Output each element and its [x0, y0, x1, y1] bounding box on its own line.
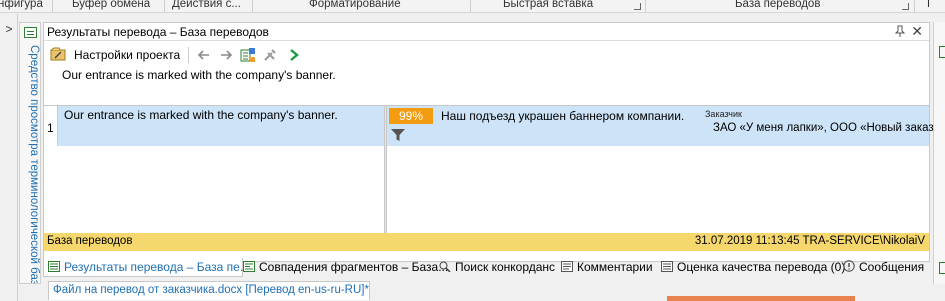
filter-icon: [391, 128, 405, 142]
ribbon-group-actions: Действия с...: [172, 0, 241, 10]
tm-name: База переводов: [47, 235, 133, 247]
tm-status-bar: База переводов 31.07.2019 11:13:45 TRA-S…: [44, 233, 929, 251]
quality-assessment-icon: [661, 261, 673, 272]
ribbon-group-clipboard: Буфер обмена: [72, 0, 151, 10]
expand-chevron-icon[interactable]: >: [0, 22, 18, 38]
attribute-value: ЗАО «У меня лапки», ООО «Новый заказ»: [713, 122, 941, 134]
tab-fragment-matches[interactable]: Совпадения фрагментов – База...: [243, 258, 448, 277]
tm-timestamp-user: 31.07.2019 11:13:45 TRA-SERVICE\NikolaiV: [694, 235, 925, 247]
close-icon[interactable]: ✕: [911, 23, 923, 40]
results-toolbar: Настройки проекта: [44, 44, 929, 66]
termbase-viewer-panel-tab[interactable]: Средство просмотра терминологической баз…: [19, 22, 41, 284]
quick-insert-launcher-icon[interactable]: [634, 3, 641, 10]
ribbon-group-translation-memory: База переводов: [735, 0, 821, 10]
arrow-right-icon[interactable]: [218, 47, 234, 63]
tab-label: Поиск конкорданс: [455, 260, 556, 274]
panel-title-bar: Результаты перевода – База переводов ✕: [44, 23, 929, 41]
document-tab[interactable]: Файл на перевод от заказчика.docx [Перев…: [48, 281, 370, 300]
tab-label: Сообщения: [859, 260, 925, 274]
tab-label: Комментарии: [577, 260, 653, 274]
tm-settings-icon[interactable]: [240, 47, 256, 63]
right-panel-icon: [939, 46, 945, 58]
tab-label: Оценка качества перевода (0): [677, 260, 846, 274]
attribute-label: Заказчик: [705, 109, 742, 119]
tab-messages[interactable]: Сообщения: [843, 258, 924, 277]
left-collapsed-strip: [0, 14, 18, 301]
ribbon-group-formatting: Форматирование: [309, 0, 401, 10]
result-index[interactable]: 1: [44, 106, 58, 146]
fragment-matches-icon: [243, 261, 255, 272]
ribbon-group-configure: нфигура: [0, 0, 43, 10]
result-target-text[interactable]: Наш подъезд украшен баннером компании.: [435, 106, 705, 146]
match-cell[interactable]: 99%: [387, 106, 435, 146]
translation-results-panel: Результаты перевода – База переводов ✕ Н…: [43, 22, 940, 262]
termbase-icon: [24, 27, 37, 38]
results-list: 1 Our entrance is marked with the compan…: [44, 105, 940, 234]
arrow-left-icon[interactable]: [196, 47, 212, 63]
ribbon-group-labels: нфигура Буфер обмена Действия с... Форма…: [0, 0, 945, 13]
apply-icon[interactable]: [286, 47, 302, 63]
right-panel-icon: [939, 262, 945, 274]
project-settings-icon[interactable]: [50, 47, 66, 61]
ribbon-separator: [164, 0, 165, 12]
pin-icon[interactable]: [894, 25, 906, 40]
ribbon-separator: [914, 0, 915, 12]
tab-translation-quality[interactable]: Оценка качества перевода (0): [661, 258, 845, 277]
match-percent-badge: 99%: [389, 108, 433, 124]
ribbon-group-quick-insert: Быстрая вставка: [503, 0, 594, 10]
translation-results-icon: [48, 261, 60, 272]
tools-icon[interactable]: [262, 47, 278, 63]
tab-comments[interactable]: Комментарии: [561, 258, 653, 277]
ribbon-separator: [252, 0, 253, 12]
ribbon-separator: [52, 0, 53, 12]
concordance-search-icon: [439, 261, 451, 273]
right-collapsed-panel[interactable]: [933, 22, 945, 284]
ribbon-separator: [470, 0, 471, 12]
messages-icon: [843, 260, 855, 272]
termbase-viewer-label: Средство просмотра терминологической баз…: [28, 45, 40, 283]
toolbar-separator: [188, 47, 189, 63]
tab-translation-results[interactable]: Результаты перевода – База пе...: [43, 258, 250, 277]
comments-icon: [561, 261, 573, 272]
panel-title: Результаты перевода – База переводов: [47, 25, 269, 39]
result-source-text[interactable]: Our entrance is marked with the company'…: [58, 106, 384, 146]
document-status-strip: [667, 296, 855, 301]
project-settings-button[interactable]: Настройки проекта: [74, 48, 180, 62]
tab-label: Совпадения фрагментов – База...: [259, 260, 449, 274]
bottom-tool-tabs: Результаты перевода – База пе... Совпаде…: [43, 258, 930, 277]
translation-memory-launcher-icon[interactable]: [902, 3, 909, 10]
current-source-segment: Our entrance is marked with the company'…: [62, 68, 336, 82]
ribbon-separator: [645, 0, 646, 12]
ribbon-group-t: Т: [925, 0, 933, 10]
tab-label: Результаты перевода – База пе...: [64, 260, 250, 274]
result-attributes[interactable]: Заказчик ЗАО «У меня лапки», ООО «Новый …: [705, 106, 940, 146]
tab-concordance-search[interactable]: Поиск конкорданс: [439, 258, 555, 277]
